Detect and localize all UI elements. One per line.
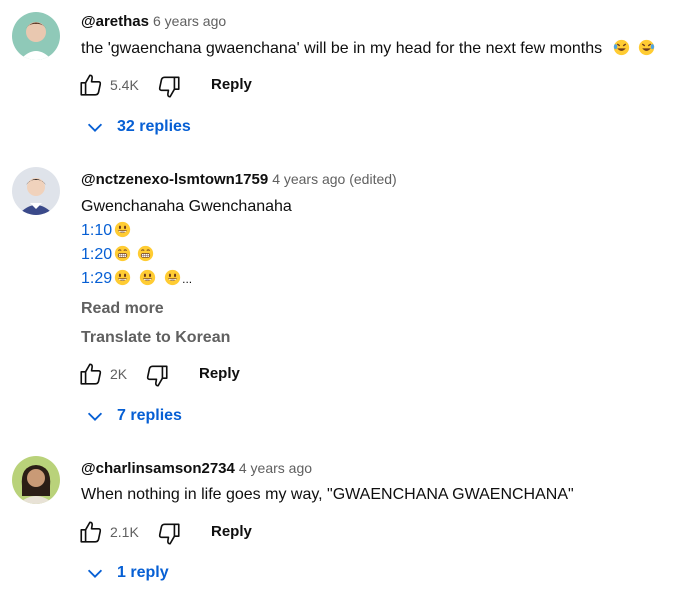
replies-count-label: 1 reply [117, 564, 169, 581]
view-replies-button[interactable]: 32 replies [84, 116, 214, 140]
thumbs-down-icon[interactable] [144, 363, 170, 389]
chevron-down-icon [84, 562, 106, 584]
timestamp-link[interactable]: 1:10 [81, 222, 112, 239]
thumbs-down-icon[interactable] [156, 74, 182, 100]
comment-header: @nctzenexo-lsmtown1759 4 years ago (edite… [81, 169, 397, 190]
timestamp-link[interactable]: 1:20 [81, 246, 112, 263]
thumbs-up-icon[interactable] [78, 72, 104, 98]
comment-text-line: When nothing in life goes my way, "GWAEN… [81, 483, 574, 507]
grimacing-face-emoji-icon [114, 245, 131, 262]
comment-text: Gwenchanaha Gwenchanaha [81, 198, 292, 215]
comment-text-line: 1:10 [81, 219, 131, 243]
view-replies-button[interactable]: 7 replies [84, 405, 204, 429]
reply-button[interactable]: Reply [211, 75, 252, 95]
thumbs-down-icon[interactable] [156, 521, 182, 547]
comment-header: @charlinsamson2734 4 years ago [81, 458, 312, 479]
comment-text: the 'gwaenchana gwaenchana' will be in m… [81, 40, 603, 57]
comment-text: When nothing in life goes my way, "GWAEN… [81, 486, 574, 503]
chevron-down-icon [84, 116, 106, 138]
comment: @charlinsamson2734 4 years ago When nothi… [0, 440, 699, 602]
comment-time[interactable]: 6 years ago [153, 13, 226, 29]
replies-count-label: 32 replies [117, 118, 191, 135]
translate-button[interactable]: Translate to Korean [81, 328, 230, 348]
view-replies-button[interactable]: 1 reply [84, 562, 194, 586]
comment-time[interactable]: 4 years ago [239, 460, 312, 476]
comment: @nctzenexo-lsmtown1759 4 years ago (edite… [0, 150, 699, 440]
comment-text-line: Gwenchanaha Gwenchanaha [81, 195, 292, 219]
like-count: 2.1K [110, 524, 139, 540]
thumbs-up-icon[interactable] [78, 361, 104, 387]
comment: @arethas 6 years ago the 'gwaenchana gwae… [0, 0, 699, 150]
grinning-face-emoji-icon [139, 269, 156, 286]
like-count: 2K [110, 366, 128, 382]
comment-text-line: the 'gwaenchana gwaenchana' will be in m… [81, 37, 655, 61]
read-more-button[interactable]: Read more [81, 299, 164, 319]
avatar[interactable] [12, 167, 60, 215]
thumbs-up-icon[interactable] [78, 519, 104, 545]
grinning-face-emoji-icon [164, 269, 181, 286]
comment-text-line: 1:20 [81, 243, 154, 267]
comment-time[interactable]: 4 years ago (edited) [272, 171, 397, 187]
comment-author[interactable]: @charlinsamson2734 [81, 460, 235, 477]
avatar[interactable] [12, 12, 60, 60]
reply-button[interactable]: Reply [211, 522, 252, 542]
grinning-face-emoji-icon [114, 269, 131, 286]
like-count: 5.4K [110, 77, 139, 93]
grinning-face-emoji-icon [114, 221, 131, 238]
comment-author[interactable]: @arethas [81, 13, 149, 30]
comment-actions: 2.1K Reply [78, 518, 278, 548]
avatar[interactable] [12, 456, 60, 504]
comment-text-line: 1:29... [81, 267, 192, 291]
replies-count-label: 7 replies [117, 407, 182, 424]
comment-actions: 2K Reply [78, 360, 278, 390]
timestamp-link[interactable]: 1:29 [81, 270, 112, 287]
grimacing-face-emoji-icon [137, 245, 154, 262]
comment-author[interactable]: @nctzenexo-lsmtown1759 [81, 171, 268, 188]
chevron-down-icon [84, 405, 106, 427]
rofl-emoji-icon [638, 39, 655, 56]
truncation-ellipsis: ... [182, 272, 193, 286]
reply-button[interactable]: Reply [199, 364, 240, 384]
rofl-emoji-icon [613, 39, 630, 56]
comment-actions: 5.4K Reply [78, 71, 278, 101]
comment-header: @arethas 6 years ago [81, 11, 226, 32]
